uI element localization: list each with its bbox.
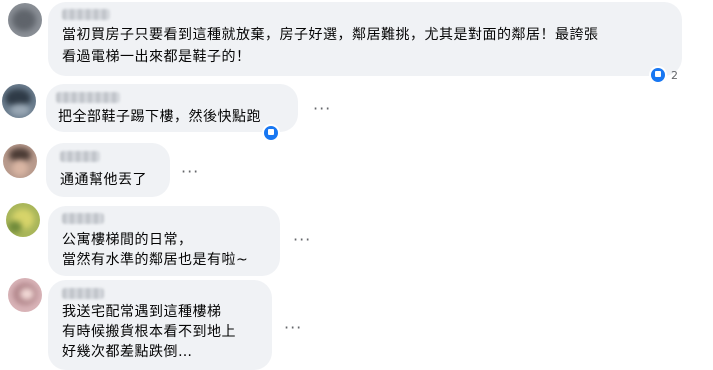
more-options-icon[interactable]: ··· [313, 101, 331, 117]
comment-text-line: 我送宅配常遇到這種樓梯 [62, 304, 222, 320]
avatar[interactable] [8, 3, 42, 37]
more-options-icon[interactable]: ··· [181, 164, 199, 180]
comment-text-line: 當初買房子只要看到這種就放棄，房子好選，鄰居難挑，尤其是對面的鄰居！最誇張 [62, 27, 599, 43]
avatar[interactable] [8, 278, 42, 312]
comment-text-line: 公寓樓梯間的日常， [62, 232, 193, 248]
commenter-name[interactable] [62, 9, 110, 20]
comment-text-line: 好幾次都差點跌倒… [62, 344, 193, 360]
commenter-name[interactable] [62, 288, 104, 299]
more-options-icon[interactable]: ··· [293, 232, 311, 248]
avatar[interactable] [6, 203, 40, 237]
comment-text-line: 通通幫他丟了 [60, 172, 147, 188]
avatar[interactable] [2, 84, 36, 118]
comment-text-line: 當然有水準的鄰居也是有啦~ [62, 252, 249, 268]
avatar[interactable] [3, 144, 37, 178]
more-options-icon[interactable]: ··· [284, 320, 302, 336]
commenter-name[interactable] [56, 92, 120, 103]
commenter-name[interactable] [60, 151, 100, 162]
reaction-icon[interactable] [262, 124, 280, 142]
comment-text-line: 把全部鞋子踢下樓，然後快點跑 [58, 109, 261, 125]
comment-text-line: 有時候搬貨根本看不到地上 [62, 324, 236, 340]
comment-text-line: 看過電梯一出來都是鞋子的！ [62, 49, 251, 65]
reaction-icon[interactable] [649, 66, 667, 84]
reaction-count[interactable]: 2 [671, 69, 678, 82]
commenter-name[interactable] [62, 213, 104, 224]
